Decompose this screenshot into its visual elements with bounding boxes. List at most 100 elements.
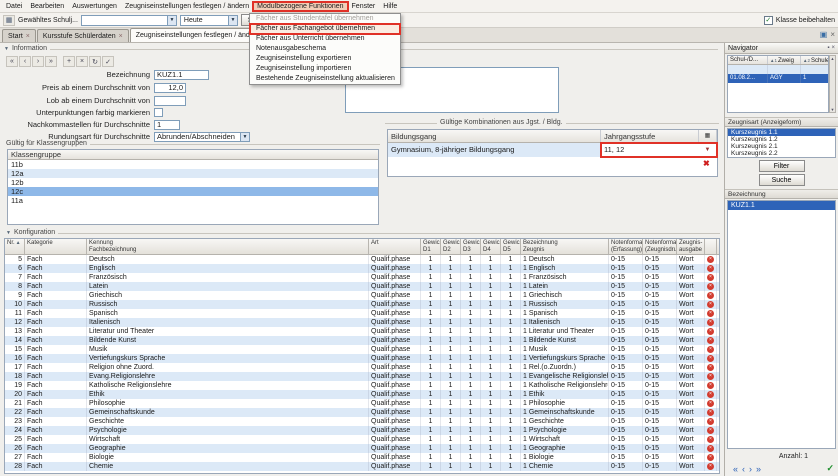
row-status-icon[interactable]: × xyxy=(705,372,717,381)
row-status-icon[interactable]: × xyxy=(705,426,717,435)
column-header-bildungsgang[interactable]: Bildungsgang xyxy=(388,130,601,143)
menu-item[interactable]: Fächer aus Stundentafel übernehmen xyxy=(250,14,400,24)
table-row[interactable]: 8FachLateinQualif.phase111111 Latein0-15… xyxy=(5,282,719,291)
refresh-record-icon[interactable]: ↻ xyxy=(89,56,101,67)
last-record-icon[interactable]: » xyxy=(45,56,57,67)
bildungsgang-cell[interactable]: Gymnasium, 8-jähriger Bildungsgang xyxy=(388,143,601,157)
accept-record-icon[interactable]: ✓ xyxy=(102,56,114,67)
close-tab-icon[interactable]: × xyxy=(26,33,30,40)
list-item[interactable]: Kurszeugnis 1.1 xyxy=(728,129,835,136)
row-status-icon[interactable]: × xyxy=(705,363,717,372)
pin-icon[interactable]: ▪ xyxy=(827,45,829,51)
close-icon[interactable]: × xyxy=(831,45,835,51)
table-row[interactable] xyxy=(728,65,828,74)
keep-class-checkbox[interactable]: ✓ xyxy=(764,16,773,25)
row-status-icon[interactable]: × xyxy=(705,462,717,471)
chevron-down-icon[interactable]: ▼ xyxy=(167,16,176,25)
table-row[interactable]: 5FachDeutschQualif.phase111111 Deutsch0-… xyxy=(5,255,719,264)
column-header[interactable]: Gewicht D2 xyxy=(441,239,461,254)
column-header[interactable]: Gewicht D1 xyxy=(421,239,441,254)
table-row[interactable]: 21FachPhilosophieQualif.phase111111 Phil… xyxy=(5,399,719,408)
preis-input[interactable]: 12,0 xyxy=(154,83,186,93)
list-item[interactable]: 12b xyxy=(8,178,378,187)
next-record-icon[interactable]: › xyxy=(32,56,44,67)
list-item[interactable]: 11a xyxy=(8,196,378,205)
column-header[interactable]: Art xyxy=(369,239,421,254)
nachkomma-input[interactable]: 1 xyxy=(154,120,180,130)
list-item[interactable]: KUZ1.1 xyxy=(728,201,835,210)
row-status-icon[interactable]: × xyxy=(705,408,717,417)
row-status-icon[interactable]: × xyxy=(705,381,717,390)
menu-item[interactable]: Bestehende Zeugniseinstellung aktualisie… xyxy=(250,74,400,84)
row-status-icon[interactable]: × xyxy=(705,264,717,273)
column-header[interactable]: ▲1Zweig xyxy=(768,56,801,64)
scrollbar[interactable]: ▲▼ xyxy=(829,55,836,113)
first-record-icon[interactable]: « xyxy=(733,464,738,474)
table-row[interactable]: 7FachFranzösischQualif.phase111111 Franz… xyxy=(5,273,719,282)
bezeichnung-input[interactable]: KUZ1.1 xyxy=(154,70,209,80)
row-status-icon[interactable]: × xyxy=(705,318,717,327)
list-item[interactable]: Kurszeugnis 2.2 xyxy=(728,150,835,157)
column-header[interactable]: Kennung Fachbezeichnung xyxy=(87,239,369,254)
column-header[interactable]: Zeugnis- ausgabe xyxy=(677,239,705,254)
add-record-icon[interactable]: + xyxy=(63,56,75,67)
list-item[interactable]: Kurszeugnis 2.1 xyxy=(728,143,835,150)
menu-item[interactable]: Fächer aus Unterricht übernehmen xyxy=(250,34,400,44)
table-row[interactable]: 28FachChemieQualif.phase111111 Chemie0-1… xyxy=(5,462,719,471)
module-icon[interactable]: ▦ xyxy=(3,15,15,26)
next-record-icon[interactable]: › xyxy=(749,464,752,474)
table-row[interactable]: 13FachLiteratur und TheaterQualif.phase1… xyxy=(5,327,719,336)
column-header[interactable]: Bezeichnung Zeugnis xyxy=(521,239,609,254)
column-header[interactable]: Schul-/D... xyxy=(728,56,768,64)
row-status-icon[interactable]: × xyxy=(705,354,717,363)
row-status-icon[interactable]: × xyxy=(705,327,717,336)
menubar-item[interactable]: Bearbeiten xyxy=(26,2,68,11)
lob-input[interactable] xyxy=(154,96,186,106)
table-row[interactable]: 25FachWirtschaftQualif.phase111111 Wirts… xyxy=(5,435,719,444)
first-record-icon[interactable]: « xyxy=(6,56,18,67)
row-status-icon[interactable]: × xyxy=(705,345,717,354)
column-header[interactable]: Gewicht D3 xyxy=(461,239,481,254)
table-row[interactable]: 26FachGeographieQualif.phase111111 Geogr… xyxy=(5,444,719,453)
menu-item[interactable]: Zeugniseinstellung exportieren xyxy=(250,54,400,64)
table-row[interactable]: 11FachSpanischQualif.phase111111 Spanisc… xyxy=(5,309,719,318)
table-row[interactable]: 12FachItalienischQualif.phase111111 Ital… xyxy=(5,318,719,327)
menubar-item[interactable]: Zeugniseinstellungen festlegen / ändern xyxy=(121,2,253,11)
date-select[interactable]: Heute ▼ xyxy=(180,15,238,26)
school-year-select[interactable]: ▼ xyxy=(81,15,177,26)
row-status-icon[interactable]: × xyxy=(705,444,717,453)
row-status-icon[interactable]: × xyxy=(705,300,717,309)
row-status-icon[interactable]: × xyxy=(705,390,717,399)
last-record-icon[interactable]: » xyxy=(756,464,761,474)
list-item[interactable]: 11b xyxy=(8,160,378,169)
collapse-icon[interactable]: ▼ xyxy=(6,230,11,236)
table-row[interactable]: 10FachRussischQualif.phase111111 Russisc… xyxy=(5,300,719,309)
table-row[interactable]: 20FachEthikQualif.phase111111 Ethik0-150… xyxy=(5,390,719,399)
menu-item[interactable]: Zeugniseinstellung importieren xyxy=(250,64,400,74)
filter-button[interactable]: Filter xyxy=(759,160,805,172)
table-row[interactable]: 22FachGemeinschaftskundeQualif.phase1111… xyxy=(5,408,719,417)
menubar-item[interactable]: Modulbezogene Funktionen xyxy=(253,2,347,11)
table-row[interactable]: 15FachMusikQualif.phase111111 Musik0-150… xyxy=(5,345,719,354)
menu-item[interactable]: Fächer aus Fachangebot übernehmen xyxy=(250,24,400,34)
menubar-item[interactable]: Auswertungen xyxy=(68,2,121,11)
jahrgangsstufe-cell[interactable]: 11, 12 xyxy=(601,143,699,157)
menubar-item[interactable]: Datei xyxy=(2,2,26,11)
list-item[interactable]: 12c xyxy=(8,187,378,196)
column-options-icon[interactable]: ▦ xyxy=(699,130,717,143)
row-status-icon[interactable]: × xyxy=(705,309,717,318)
table-row[interactable]: 9FachGriechischQualif.phase111111 Griech… xyxy=(5,291,719,300)
table-row[interactable]: 19FachKatholische ReligionslehreQualif.p… xyxy=(5,381,719,390)
row-status-icon[interactable]: × xyxy=(705,255,717,264)
table-row[interactable]: 16FachVertiefungskurs SpracheQualif.phas… xyxy=(5,354,719,363)
tab[interactable]: Start× xyxy=(2,29,36,42)
row-dropdown-icon[interactable]: ▼ xyxy=(699,143,717,157)
row-status-icon[interactable]: × xyxy=(705,282,717,291)
row-status-icon[interactable]: × xyxy=(705,336,717,345)
suche-button[interactable]: Suche xyxy=(759,174,805,186)
row-status-icon[interactable]: × xyxy=(705,453,717,462)
delete-record-icon[interactable]: × xyxy=(76,56,88,67)
column-header[interactable]: Gewicht D4 xyxy=(481,239,501,254)
row-status-icon[interactable]: × xyxy=(705,417,717,426)
row-status-icon[interactable]: × xyxy=(705,273,717,282)
